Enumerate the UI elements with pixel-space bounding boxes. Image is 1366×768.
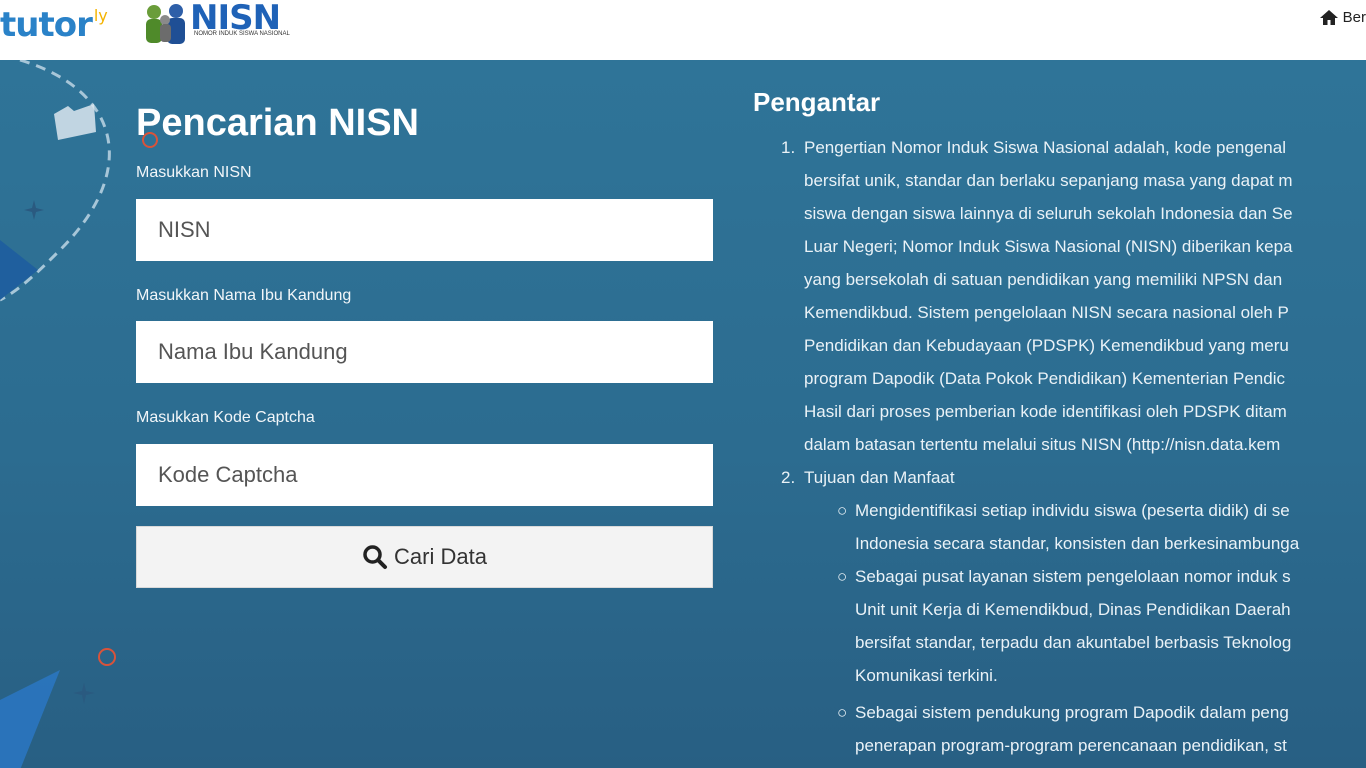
students-emblem-icon bbox=[146, 4, 185, 44]
paragraph-line: Kemendikbud. Sistem pengelolaan NISN sec… bbox=[804, 303, 1289, 322]
paragraph-line: Pengertian Nomor Induk Siswa Nasional ad… bbox=[804, 138, 1286, 157]
intro-title: Pengantar bbox=[753, 87, 881, 117]
brand-logo[interactable]: tutor ly bbox=[0, 0, 108, 60]
mother-name-input[interactable] bbox=[136, 321, 713, 383]
home-icon bbox=[1319, 10, 1338, 25]
bullet-line: Sebagai sistem pendukung program Dapodik… bbox=[855, 703, 1289, 722]
paragraph-line: Luar Negeri; Nomor Induk Siswa Nasional … bbox=[804, 237, 1293, 256]
search-data-button[interactable]: Cari Data bbox=[136, 526, 713, 588]
folder-icon bbox=[54, 104, 96, 140]
paragraph-line: dalam batasan tertentu melalui situs NIS… bbox=[804, 435, 1281, 454]
bullet-icon: ○ bbox=[837, 501, 848, 520]
search-icon bbox=[363, 545, 388, 569]
paragraph-line: bersifat unik, standar dan berlaku sepan… bbox=[804, 171, 1293, 190]
paper-plane-icon bbox=[0, 670, 60, 768]
nisn-input[interactable] bbox=[136, 199, 713, 261]
search-button-label: Cari Data bbox=[394, 544, 487, 569]
nisn-label: Masukkan NISN bbox=[136, 164, 252, 181]
paragraph-line: Hasil dari proses pemberian kode identif… bbox=[804, 402, 1287, 421]
paragraph-line: siswa dengan siswa lainnya di seluruh se… bbox=[804, 204, 1293, 223]
paper-plane-icon bbox=[0, 240, 38, 300]
bullet-icon: ○ bbox=[837, 703, 848, 722]
home-link-label: Ber bbox=[1342, 9, 1366, 26]
captcha-label: Masukkan Kode Captcha bbox=[136, 409, 315, 426]
home-link[interactable]: Ber bbox=[1319, 9, 1366, 26]
list-heading: Tujuan dan Manfaat bbox=[804, 468, 955, 487]
logo-subtitle: NOMOR INDUK SISWA NASIONAL bbox=[194, 31, 290, 37]
bullet-line: Mengidentifikasi setiap individu siswa (… bbox=[855, 501, 1290, 520]
sparkle-icon bbox=[24, 200, 44, 220]
bullet-line: Komunikasi terkini. bbox=[855, 666, 998, 685]
paragraph-line: yang bersekolah di satuan pendidikan yan… bbox=[804, 270, 1283, 289]
brand-main-text: tutor bbox=[0, 5, 93, 45]
ring-icon bbox=[98, 648, 116, 666]
paragraph-line: Pendidikan dan Kebudayaan (PDSPK) Kemend… bbox=[804, 336, 1289, 355]
top-navbar: tutor ly NISN NOMOR INDUK SISWA NASIONAL… bbox=[0, 0, 1366, 60]
nisn-logo[interactable]: NISN NOMOR INDUK SISWA NASIONAL bbox=[138, 0, 290, 44]
bullet-line: Sebagai pusat layanan sistem pengelolaan… bbox=[855, 567, 1291, 586]
bullet-icon: ○ bbox=[837, 567, 848, 586]
mother-name-label: Masukkan Nama Ibu Kandung bbox=[136, 287, 352, 304]
list-number: 1. bbox=[781, 138, 796, 157]
sparkle-icon bbox=[73, 682, 95, 704]
brand-suffix-text: ly bbox=[93, 6, 108, 25]
form-title: Pencarian NISN bbox=[136, 102, 419, 144]
bullet-line: penerapan program-program perencanaan pe… bbox=[855, 736, 1287, 755]
bullet-line: Indonesia secara standar, konsisten dan … bbox=[855, 534, 1300, 553]
captcha-input[interactable] bbox=[136, 444, 713, 506]
bullet-line: Unit unit Kerja di Kemendikbud, Dinas Pe… bbox=[855, 600, 1291, 619]
paragraph-line: program Dapodik (Data Pokok Pendidikan) … bbox=[804, 369, 1285, 388]
list-number: 2. bbox=[781, 468, 796, 487]
bullet-line: bersifat standar, terpadu dan akuntabel … bbox=[855, 633, 1292, 652]
